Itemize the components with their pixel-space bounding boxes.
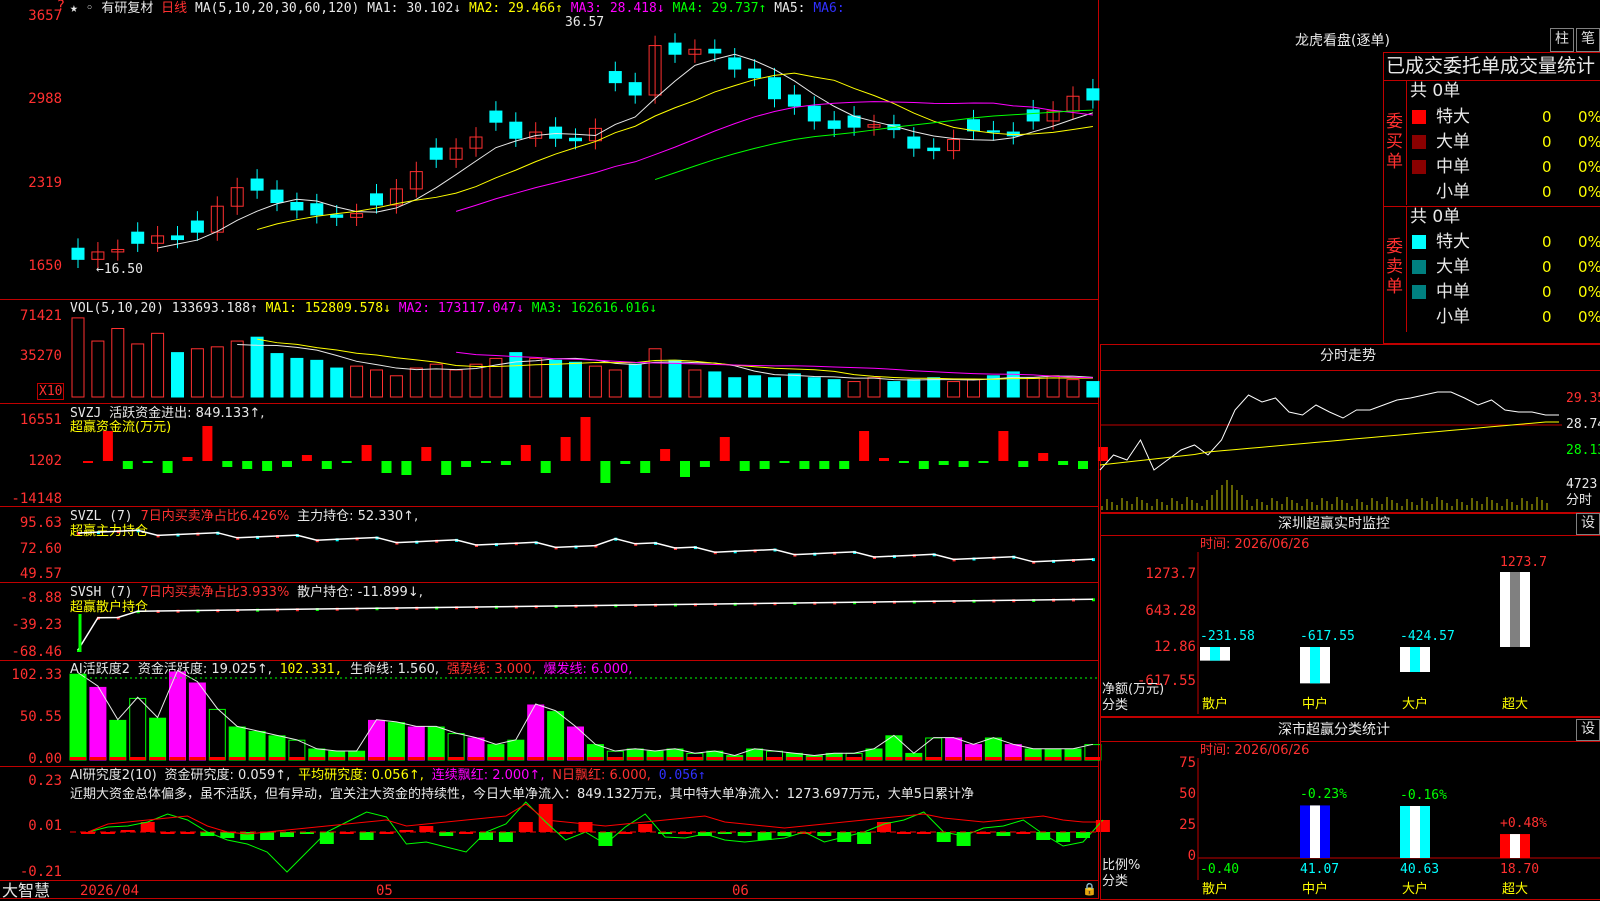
classify-pct-2: 40.63 [1400, 862, 1440, 877]
classify-cat-1: 中户 [1302, 882, 1329, 897]
classify-chart[interactable] [0, 0, 1600, 900]
classify-bar-stripe-1 [1310, 805, 1320, 858]
classify-bar-stripe-2 [1410, 805, 1420, 858]
classify-chg-1: -0.23% [1300, 787, 1347, 803]
classify-pct-3: 18.70 [1500, 862, 1540, 877]
classify-pct-0: -0.40 [1200, 862, 1240, 877]
classify-cat-2: 大户 [1402, 882, 1429, 897]
classify-chg-2: -0.16% [1400, 787, 1447, 803]
classify-cat-0: 散户 [1202, 882, 1229, 897]
classify-cat-3: 超大 [1502, 882, 1529, 897]
classify-chg-3: +0.48% [1500, 816, 1547, 832]
classify-bar-stripe-3 [1510, 834, 1520, 858]
classify-pct-1: 41.07 [1300, 862, 1340, 877]
